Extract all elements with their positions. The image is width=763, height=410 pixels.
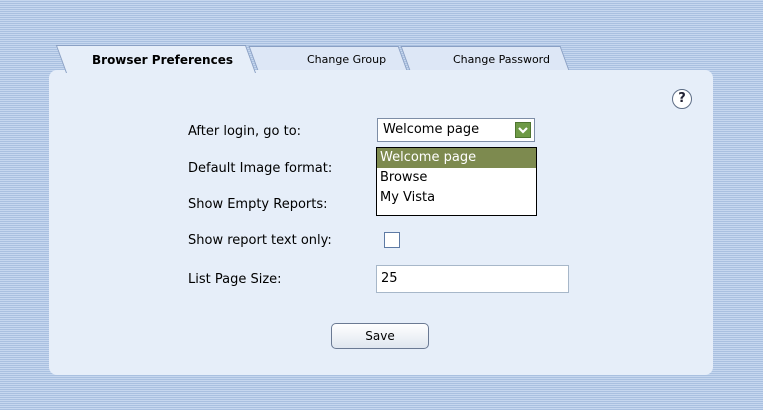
help-icon[interactable]: ? xyxy=(672,89,692,109)
page-size-input[interactable]: 25 xyxy=(376,265,569,293)
option-browse[interactable]: Browse xyxy=(377,168,536,188)
option-welcome-page[interactable]: Welcome page xyxy=(377,148,536,168)
after-login-value: Welcome page xyxy=(383,122,480,137)
page-size-label: List Page Size: xyxy=(188,272,282,287)
empty-reports-label: Show Empty Reports: xyxy=(188,197,328,212)
image-format-label: Default Image format: xyxy=(188,161,333,176)
option-my-vista[interactable]: My Vista xyxy=(377,188,536,208)
text-only-checkbox[interactable] xyxy=(384,232,400,248)
chevron-down-icon[interactable] xyxy=(515,122,531,138)
after-login-select[interactable]: Welcome page xyxy=(377,118,535,142)
after-login-label: After login, go to: xyxy=(188,124,302,139)
tab-browser-preferences[interactable]: Browser Preferences xyxy=(92,50,233,70)
tab-change-password[interactable]: Change Password xyxy=(453,50,550,70)
tab-change-group[interactable]: Change Group xyxy=(307,50,386,70)
text-only-label: Show report text only: xyxy=(188,233,332,248)
after-login-dropdown[interactable]: Welcome page Browse My Vista xyxy=(376,147,537,216)
save-button[interactable]: Save xyxy=(331,323,429,349)
